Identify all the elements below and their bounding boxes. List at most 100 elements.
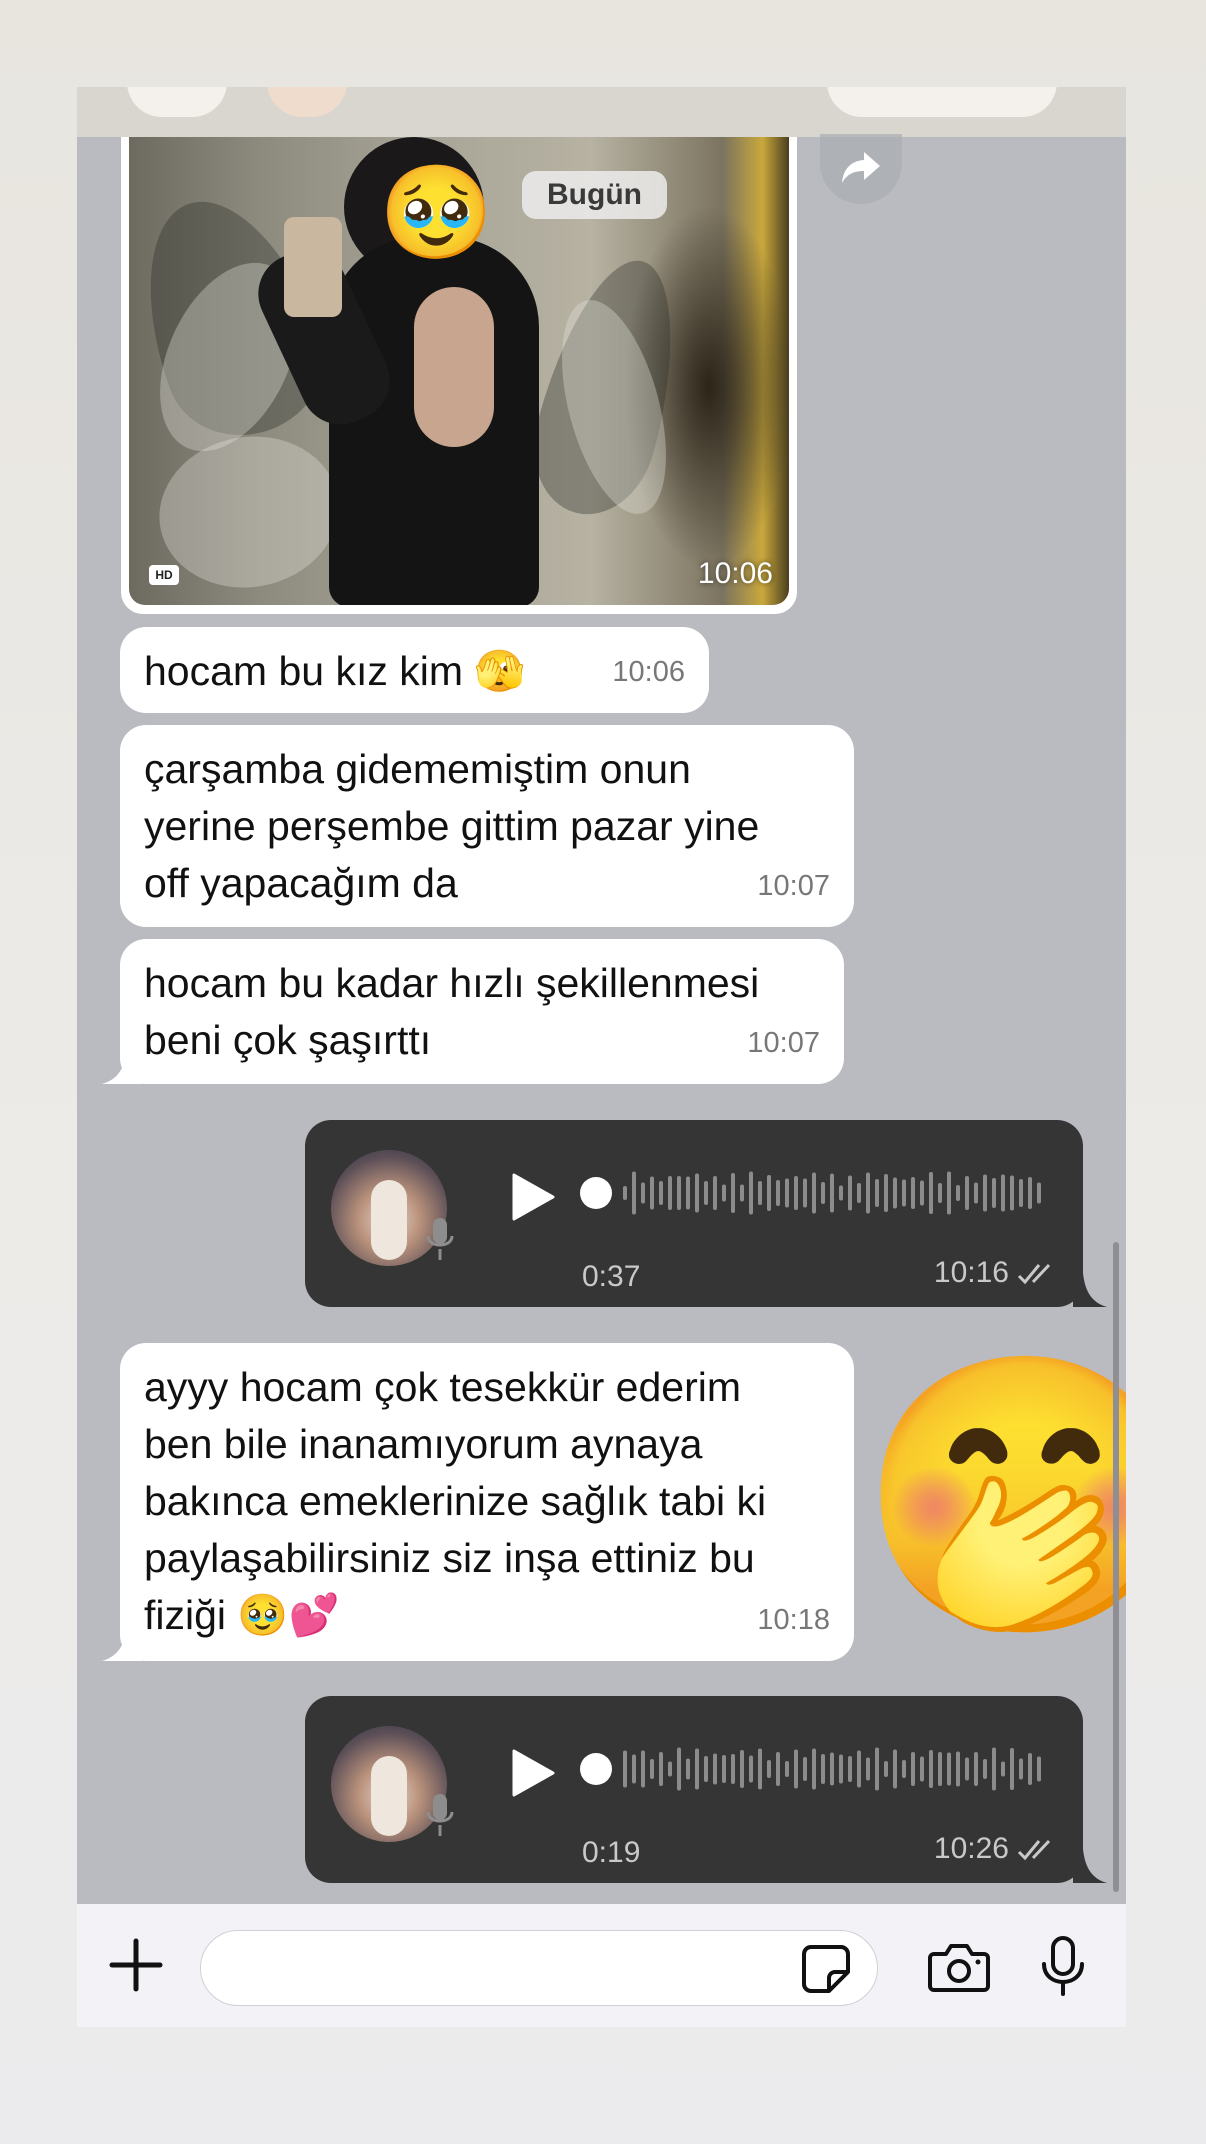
forward-button[interactable] [820,134,902,204]
waveform-bar [731,1173,735,1213]
waveform-bar [1019,1758,1023,1780]
waveform-bar [866,1172,870,1214]
waveform-bar [641,1182,645,1204]
waveform-bar [839,1754,843,1784]
message-time: 10:26 [933,1832,1009,1865]
waveform-bar [1001,1761,1005,1777]
microphone-icon[interactable] [1040,1936,1086,1996]
waveform-bar [821,1182,825,1204]
waveform-bar [623,1186,627,1200]
waveform-bar [803,1757,807,1781]
waveform-bar [713,1176,717,1210]
forward-icon [842,152,880,183]
message-time: 10:07 [757,870,830,902]
waveform-bar [965,1757,969,1781]
waveform-bar [758,1748,762,1790]
hd-badge: HD [149,565,179,585]
image-message-time: 10:06 [697,557,773,590]
waveform-bar [983,1759,987,1779]
waveform-bar [749,1171,753,1215]
waveform-bar [857,1183,861,1203]
incoming-message[interactable]: çarşamba gidememiştim onun yerine perşem… [120,725,854,927]
waveform-bar [1028,1177,1032,1209]
waveform-bar [857,1750,861,1788]
image-message-photo[interactable]: 🥹 HD 10:06 [129,137,789,605]
waveform-bar [821,1754,825,1784]
microphone-icon [426,1218,454,1260]
waveform-bar [794,1176,798,1210]
chat-screen: 🥹 HD 10:06 Bugün hocam bu kız kim 🫣 10:0… [77,87,1126,2027]
waveform-bar [704,1181,708,1205]
waveform-bar [875,1179,879,1207]
outgoing-voice-message[interactable]: 0:37 10:16 [305,1120,1083,1307]
message-time: 10:07 [747,1027,820,1059]
waveform-bar [1037,1756,1041,1782]
waveform-bar [866,1757,870,1781]
sticker-icon[interactable] [801,1944,851,1994]
waveform-bar [911,1752,915,1786]
message-input[interactable] [200,1930,878,2006]
waveform-bar [767,1175,771,1211]
waveform-bar [956,1751,960,1787]
scrollbar[interactable] [1113,1242,1119,1892]
waveform-bar [758,1181,762,1205]
incoming-message[interactable]: hocam bu kadar hızlı şekillenmesi beni ç… [120,939,844,1084]
waveform-bar [641,1750,645,1788]
waveform-bar [695,1748,699,1790]
waveform-bar [776,1180,780,1206]
waveform-bar [794,1749,798,1789]
waveform-bar [1028,1753,1032,1785]
waveform-bar [938,1752,942,1786]
plus-icon[interactable] [109,1938,163,1992]
playback-scrubber[interactable] [580,1177,612,1209]
waveform-bar [1037,1182,1041,1204]
waveform-bar [1019,1179,1023,1207]
waveform-bar [659,1181,663,1205]
play-icon[interactable] [510,1172,556,1222]
incoming-message[interactable]: hocam bu kız kim 🫣 10:06 [120,627,709,713]
waveform-bar [911,1177,915,1209]
waveform-bar [677,1176,681,1210]
message-text: hocam bu kadar hızlı şekillenmesi beni ç… [144,960,760,1063]
message-text: ayyy hocam çok tesekkür ederim ben bile … [144,1364,767,1638]
outgoing-voice-message[interactable]: 0:19 10:26 [305,1696,1083,1883]
waveform-bar [767,1760,771,1778]
waveform-bar [956,1185,960,1201]
waveform-bar [713,1753,717,1785]
chat-header-remnant [77,87,1126,137]
waveform-bar [875,1747,879,1791]
waveform-bar [704,1756,708,1782]
microphone-icon [426,1794,454,1836]
waveform-bar [722,1755,726,1783]
waveform-bar [848,1756,852,1782]
waveform-bar [785,1761,789,1777]
playback-scrubber[interactable] [580,1753,612,1785]
read-receipt-icon [1017,1839,1051,1861]
waveform-bar [686,1758,690,1780]
voice-duration: 0:19 [582,1836,641,1869]
waveform-bar [929,1750,933,1788]
waveform-bar [695,1173,699,1213]
waveform-bar [659,1752,663,1786]
waveform-bar [839,1185,843,1201]
play-icon[interactable] [510,1748,556,1798]
waveform-bar [893,1177,897,1209]
waveform-bar [965,1176,969,1210]
waveform-bar [902,1760,906,1778]
waveform-bar [902,1179,906,1207]
waveform-bar [1010,1175,1014,1211]
waveform-bar [830,1173,834,1213]
waveform-bar [776,1752,780,1786]
waveform-bar [803,1178,807,1208]
waveform-bar [947,1752,951,1786]
bubble-tail [1073,1849,1107,1883]
header-pill-edge [827,87,1057,117]
waveform-bar [686,1176,690,1210]
incoming-message[interactable]: ayyy hocam çok tesekkür ederim ben bile … [120,1343,854,1661]
waveform-bar [893,1749,897,1789]
waveform-bar [992,1178,996,1208]
waveform-bar [1001,1174,1005,1212]
camera-icon[interactable] [928,1942,990,1992]
voice-waveform[interactable] [623,1744,1053,1794]
voice-waveform[interactable] [623,1168,1053,1218]
